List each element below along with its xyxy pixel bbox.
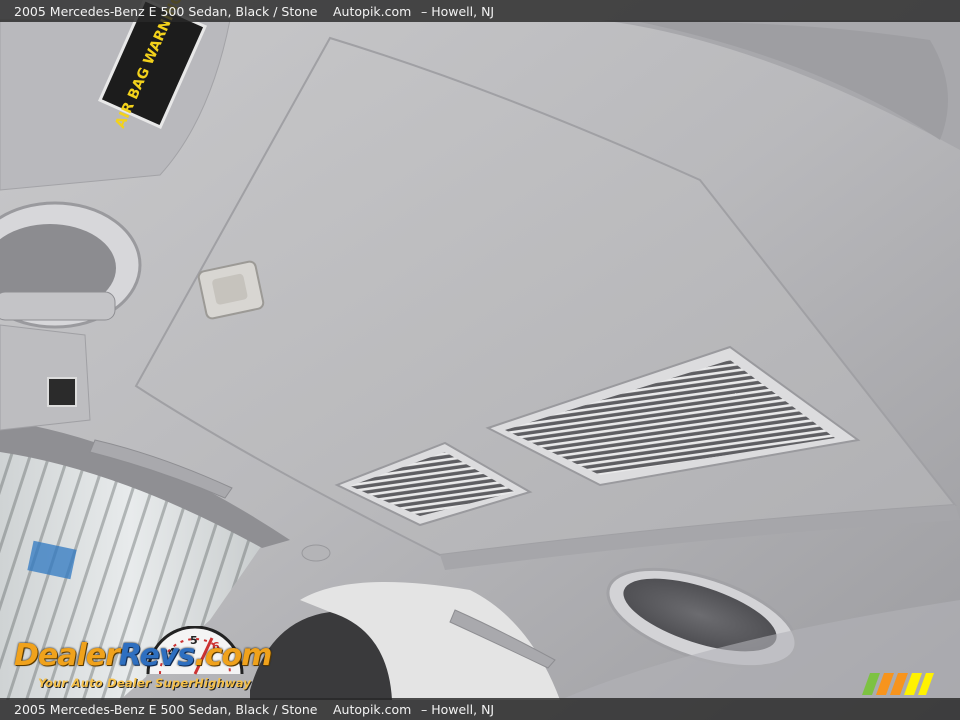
caption-bar-bottom: 2005 Mercedes-Benz E 500 Sedan, Black / …: [0, 698, 960, 720]
dealer-location-bottom: – Howell, NJ: [421, 701, 495, 717]
site-name: Autopik.com: [333, 3, 412, 19]
vehicle-title-bottom: 2005 Mercedes-Benz E 500 Sedan, Black / …: [14, 701, 318, 717]
logo-tagline: Your Auto Dealer SuperHighway: [38, 676, 252, 690]
logo-brand-part2: Revs: [118, 638, 195, 673]
caption-bar-top: 2005 Mercedes-Benz E 500 Sedan, Black / …: [0, 0, 960, 22]
dealerrevs-logo: 4 5 6 DealerRevs.com Your Auto Dealer Su…: [12, 626, 272, 696]
logo-wordmark: DealerRevs.com: [14, 638, 272, 673]
logo-brand-part1: Dealer: [14, 638, 120, 673]
dealer-location: – Howell, NJ: [421, 3, 495, 19]
stripes-logo-icon: [862, 673, 934, 695]
site-name-bottom: Autopik.com: [333, 701, 412, 717]
vehicle-title: 2005 Mercedes-Benz E 500 Sedan, Black / …: [14, 3, 318, 19]
headliner-photo: AIR BAG WARNING: [0, 0, 960, 720]
logo-brand-suffix: .com: [194, 638, 272, 673]
